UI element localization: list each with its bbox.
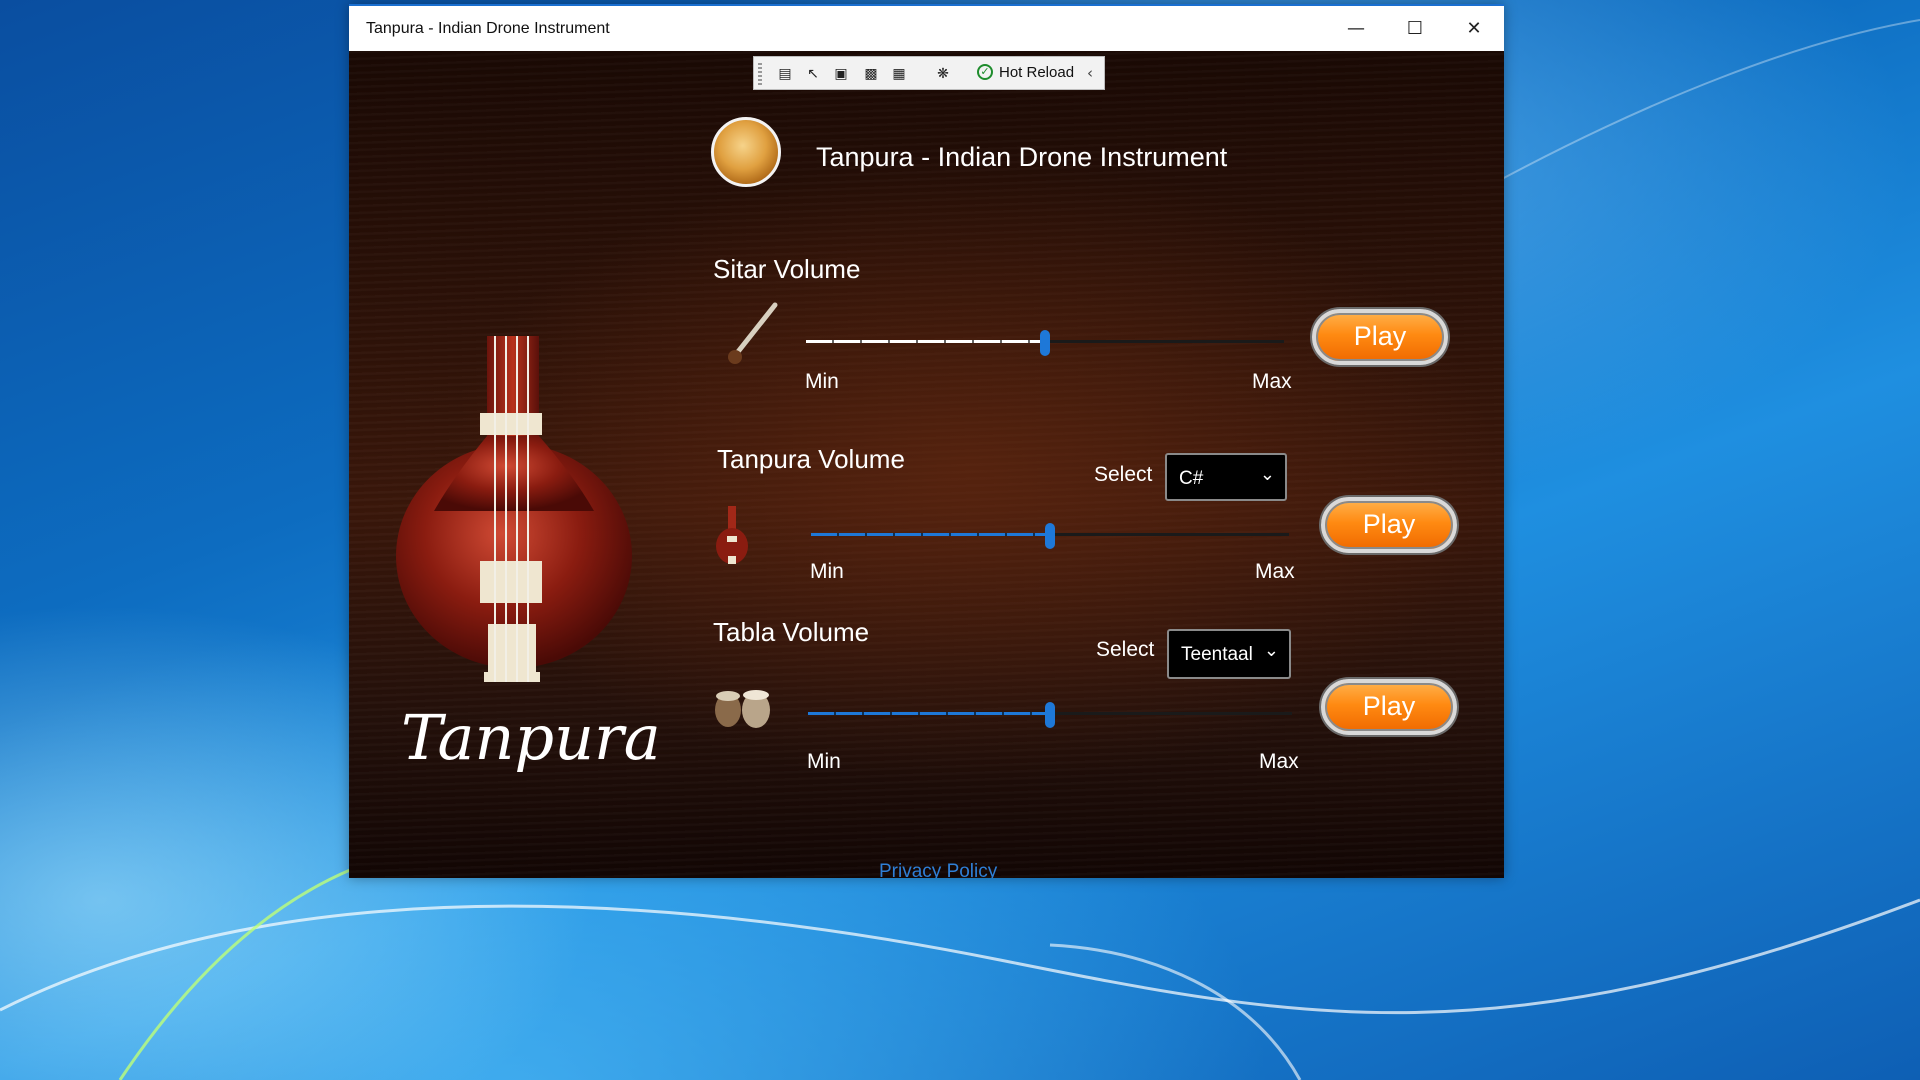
tabla-min-label: Min	[807, 750, 841, 773]
tabla-max-label: Max	[1259, 750, 1299, 773]
tabla-icon	[715, 690, 770, 728]
maximize-icon[interactable]: ☐	[1386, 6, 1444, 51]
chevron-down-icon: ⌄	[1263, 640, 1279, 661]
tabla-slider-thumb[interactable]	[1045, 702, 1055, 728]
track-focus-icon[interactable]: ▩	[862, 65, 880, 83]
tanpura-icon	[716, 506, 748, 564]
tanpura-select-label: Select	[1094, 463, 1153, 486]
tanpura-key-value: C#	[1179, 468, 1204, 489]
display-layout-adorners-icon[interactable]: ▣	[832, 65, 850, 83]
tanpura-illustration	[396, 336, 632, 682]
app-logo	[711, 117, 781, 187]
tabla-taal-dropdown[interactable]: Teentaal ⌄	[1167, 629, 1291, 679]
chevron-down-icon: ⌄	[1259, 464, 1275, 485]
minimize-icon[interactable]: —	[1327, 6, 1385, 51]
tabla-volume-label: Tabla Volume	[713, 617, 870, 647]
privacy-policy-link[interactable]: Privacy Policy	[879, 861, 997, 878]
sitar-slider-ticks	[806, 340, 1045, 343]
sitar-icon	[728, 302, 778, 364]
app-title: Tanpura - Indian Drone Instrument	[816, 142, 1228, 172]
live-visual-tree-icon[interactable]: ▤	[776, 65, 794, 83]
tabla-taal-value: Teentaal	[1181, 644, 1253, 665]
title-bar[interactable]: Tanpura - Indian Drone Instrument — ☐ ✕	[349, 6, 1504, 51]
sitar-volume-slider[interactable]	[806, 330, 1284, 356]
window-title: Tanpura - Indian Drone Instrument	[366, 20, 610, 37]
collapse-toolbar-icon[interactable]: ‹	[1087, 64, 1093, 82]
sitar-min-label: Min	[805, 370, 839, 393]
tanpura-volume-slider[interactable]	[811, 523, 1289, 549]
toolbar-grip[interactable]	[758, 63, 762, 85]
sitar-volume-label: Sitar Volume	[713, 254, 861, 284]
brand-wordmark: Tanpura	[401, 701, 661, 774]
select-element-icon[interactable]: ↖	[804, 65, 822, 83]
tanpura-play-button[interactable]: Play	[1321, 497, 1457, 553]
app-window: Tanpura - Indian Drone Instrument — ☐ ✕ …	[349, 4, 1504, 878]
tanpura-key-dropdown[interactable]: C# ⌄	[1165, 453, 1287, 501]
tabla-slider-ticks	[808, 712, 1050, 715]
tabla-select-label: Select	[1096, 638, 1155, 661]
tanpura-slider-thumb[interactable]	[1045, 523, 1055, 549]
tabla-play-button[interactable]: Play	[1321, 679, 1457, 735]
sitar-play-button[interactable]: Play	[1312, 309, 1448, 365]
close-icon[interactable]: ✕	[1445, 6, 1503, 51]
hot-reload-label[interactable]: Hot Reload	[999, 64, 1074, 81]
app-content: ▤ ↖ ▣ ▩ ▦ ❋ ✓ Hot Reload ‹ Tanpura - Ind…	[349, 51, 1504, 878]
tanpura-slider-ticks	[811, 533, 1050, 536]
check-circle-icon: ✓	[977, 64, 993, 80]
binding-failures-icon[interactable]: ▦	[890, 65, 908, 83]
sitar-slider-thumb[interactable]	[1040, 330, 1050, 356]
accessibility-checker-icon[interactable]: ❋	[934, 65, 952, 83]
tabla-volume-slider[interactable]	[808, 702, 1292, 728]
tanpura-min-label: Min	[810, 560, 844, 583]
xaml-debug-toolbar: ▤ ↖ ▣ ▩ ▦ ❋ ✓ Hot Reload ‹	[753, 56, 1105, 90]
sitar-max-label: Max	[1252, 370, 1292, 393]
tanpura-volume-label: Tanpura Volume	[717, 444, 905, 474]
tanpura-max-label: Max	[1255, 560, 1295, 583]
